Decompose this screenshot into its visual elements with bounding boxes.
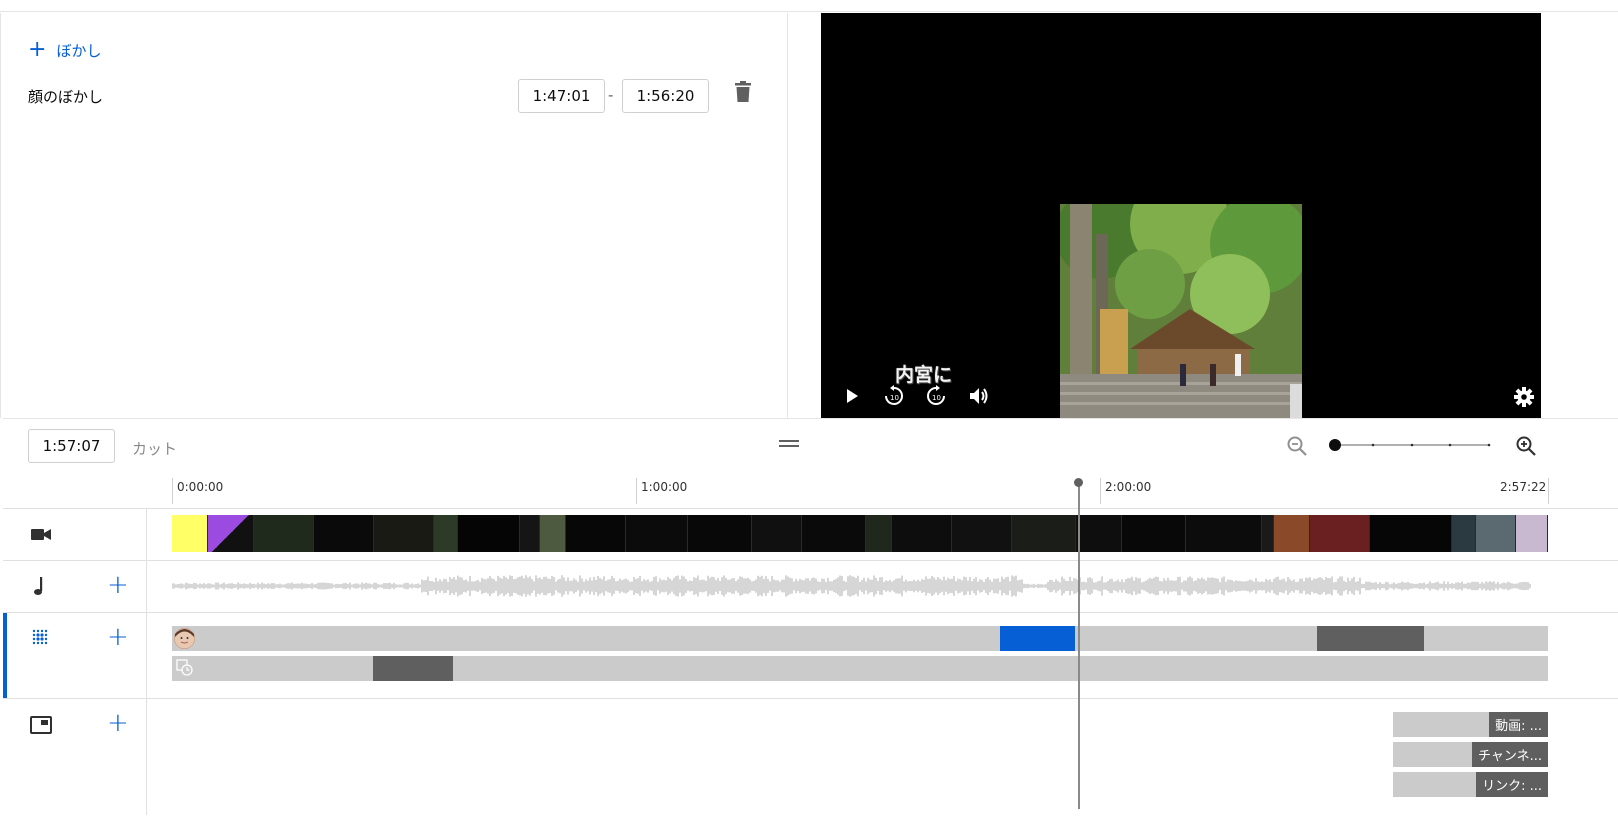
filmstrip-frame bbox=[1310, 515, 1370, 552]
zoom-slider-thumb[interactable] bbox=[1329, 439, 1341, 451]
resize-handle-icon[interactable] bbox=[779, 434, 799, 447]
filmstrip-frame bbox=[1370, 515, 1452, 552]
filmstrip-frame bbox=[374, 515, 434, 552]
add-blur-label: ぼかし bbox=[56, 41, 102, 60]
ruler-label: 2:57:22 bbox=[1500, 480, 1547, 494]
filmstrip-frame bbox=[1452, 515, 1476, 552]
filmstrip-frame bbox=[540, 515, 566, 552]
ruler-label: 1:00:00 bbox=[641, 480, 688, 494]
end-screen-element-link[interactable]: リンク: ... bbox=[1393, 772, 1548, 797]
filmstrip-frame bbox=[1262, 515, 1274, 552]
music-note-icon bbox=[30, 575, 52, 597]
time-range-separator: - bbox=[608, 86, 614, 104]
settings-icon[interactable] bbox=[1513, 386, 1535, 412]
playhead[interactable] bbox=[1077, 484, 1080, 809]
ruler-tick bbox=[1548, 478, 1549, 504]
svg-text:10: 10 bbox=[932, 394, 941, 402]
video-filmstrip[interactable] bbox=[172, 515, 1548, 552]
blur-start-time-input[interactable]: 1:47:01 bbox=[518, 79, 605, 113]
filmstrip-frame bbox=[1076, 515, 1122, 552]
play-icon[interactable] bbox=[843, 386, 861, 410]
active-track-indicator bbox=[3, 613, 7, 698]
end-screen-element-video[interactable]: 動画: ... bbox=[1393, 712, 1548, 737]
filmstrip-frame bbox=[172, 515, 208, 552]
custom-blur-icon bbox=[175, 658, 195, 678]
end-screen-icon bbox=[30, 714, 52, 736]
track-separator bbox=[3, 698, 1618, 699]
blur-segment-selected[interactable] bbox=[1000, 626, 1075, 651]
playhead-handle[interactable] bbox=[1074, 478, 1084, 487]
filmstrip-frame bbox=[1516, 515, 1548, 552]
ruler-label: 2:00:00 bbox=[1105, 480, 1152, 494]
filmstrip-frame bbox=[892, 515, 952, 552]
end-screen-element-label: チャンネ... bbox=[1471, 742, 1548, 767]
zoom-in-icon[interactable] bbox=[1515, 435, 1537, 457]
filmstrip-frame bbox=[566, 515, 626, 552]
svg-text:10: 10 bbox=[890, 394, 899, 402]
delete-icon[interactable] bbox=[733, 80, 753, 104]
volume-icon[interactable] bbox=[968, 385, 992, 411]
forward-10-icon[interactable]: 10 bbox=[924, 384, 948, 412]
filmstrip-frame bbox=[458, 515, 520, 552]
ruler-tick bbox=[1100, 478, 1101, 504]
audio-waveform[interactable] bbox=[172, 568, 1532, 604]
plus-icon: + bbox=[28, 37, 47, 62]
blur-segment[interactable] bbox=[1317, 626, 1424, 651]
track-separator bbox=[3, 612, 1618, 613]
zoom-slider[interactable] bbox=[1328, 437, 1492, 453]
filmstrip-frame bbox=[1476, 515, 1516, 552]
ruler-tick bbox=[172, 478, 173, 504]
waveform-path bbox=[172, 575, 1531, 597]
video-camera-icon bbox=[30, 523, 52, 545]
zoom-out-icon[interactable] bbox=[1286, 435, 1308, 457]
ruler-label: 0:00:00 bbox=[177, 480, 224, 494]
filmstrip-frame bbox=[1012, 515, 1076, 552]
current-time-input[interactable]: 1:57:07 bbox=[28, 429, 115, 463]
filmstrip-frame bbox=[520, 515, 540, 552]
blur-dots-icon bbox=[30, 627, 52, 649]
track-header-divider bbox=[146, 509, 147, 815]
add-audio-button[interactable]: + bbox=[107, 572, 129, 598]
ruler-tick bbox=[636, 478, 637, 504]
video-frame-image bbox=[1060, 204, 1302, 418]
filmstrip-frame bbox=[434, 515, 458, 552]
track-separator bbox=[3, 560, 1618, 561]
add-end-screen-button[interactable]: + bbox=[107, 710, 129, 736]
rewind-10-icon[interactable]: 10 bbox=[882, 384, 906, 412]
filmstrip-frame bbox=[866, 515, 892, 552]
filmstrip-frame bbox=[752, 515, 802, 552]
track-separator bbox=[3, 508, 1618, 509]
add-blur-button[interactable]: + ぼかし bbox=[28, 38, 101, 62]
filmstrip-frame bbox=[1274, 515, 1310, 552]
panel-divider bbox=[3, 418, 1618, 419]
filmstrip-frame bbox=[314, 515, 374, 552]
filmstrip-frame bbox=[1122, 515, 1186, 552]
cut-button[interactable]: カット bbox=[132, 438, 177, 459]
filmstrip-frame bbox=[254, 515, 314, 552]
filmstrip-frame bbox=[802, 515, 866, 552]
add-blur-track-button[interactable]: + bbox=[107, 624, 129, 650]
filmstrip-frame bbox=[688, 515, 752, 552]
end-screen-element-label: 動画: ... bbox=[1489, 712, 1548, 737]
blur-editor-panel bbox=[0, 13, 788, 418]
blur-segment[interactable] bbox=[373, 656, 453, 681]
blur-item-name: 顔のぼかし bbox=[28, 88, 104, 106]
top-bar bbox=[0, 0, 1618, 12]
filmstrip-frame bbox=[208, 515, 254, 552]
filmstrip-frame bbox=[626, 515, 688, 552]
end-screen-element-label: リンク: ... bbox=[1476, 772, 1548, 797]
video-caption: 内宮に bbox=[895, 364, 953, 386]
end-screen-element-channel[interactable]: チャンネ... bbox=[1393, 742, 1548, 767]
face-avatar-icon bbox=[174, 628, 195, 649]
filmstrip-frame bbox=[1186, 515, 1262, 552]
blur-end-time-input[interactable]: 1:56:20 bbox=[622, 79, 709, 113]
filmstrip-frame bbox=[952, 515, 1012, 552]
